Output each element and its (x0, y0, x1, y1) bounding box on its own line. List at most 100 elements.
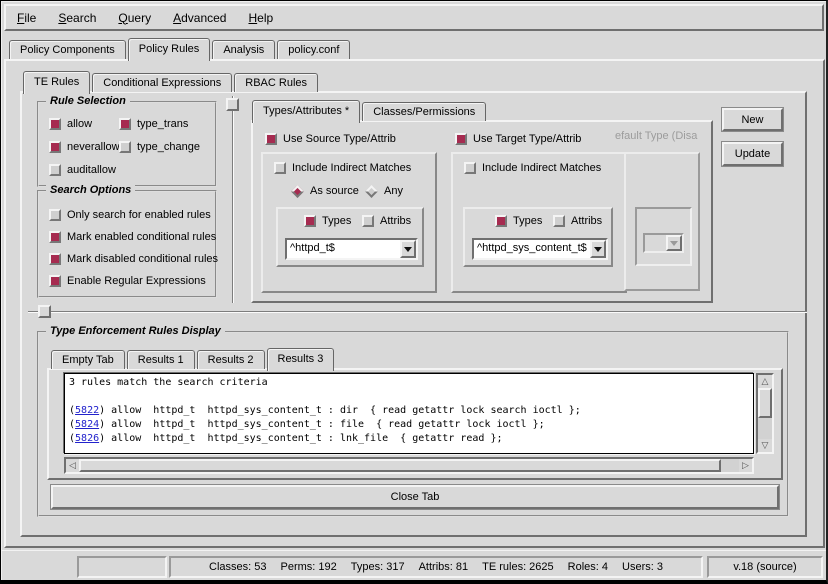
checkbox-target-indirect[interactable]: Include Indirect Matches (464, 162, 601, 174)
scroll-down-icon[interactable] (758, 439, 772, 452)
tab-te-rules[interactable]: TE Rules (23, 71, 90, 94)
checkbox-label: neverallow (67, 141, 120, 153)
checkbox-source-types[interactable]: Types (304, 215, 351, 227)
checkbox-mark-disabled-conditional[interactable]: Mark disabled conditional rules (49, 253, 218, 265)
checkbox-type-trans[interactable]: type_trans (119, 118, 188, 130)
tab-policy-rules[interactable]: Policy Rules (128, 38, 211, 61)
source-type-combo-value[interactable]: ^httpd_t$ (287, 240, 400, 258)
checkbox-target-attribs[interactable]: Attribs (553, 215, 602, 227)
new-button[interactable]: New (722, 108, 783, 131)
checkbox-use-target-type[interactable]: Use Target Type/Attrib (455, 133, 581, 145)
rule-selection-title: Rule Selection (46, 95, 130, 107)
checkbox-indicator (49, 253, 61, 265)
tab-policy-conf[interactable]: policy.conf (277, 40, 350, 59)
radio-indicator (365, 185, 378, 198)
checkbox-allow[interactable]: allow (49, 118, 92, 130)
checkbox-use-source-type[interactable]: Use Source Type/Attrib (265, 133, 396, 145)
stat-types: Types: 317 (351, 561, 405, 573)
status-stats-panel: Classes: 53 Perms: 192 Types: 317 Attrib… (169, 556, 703, 578)
tab-rbac-rules[interactable]: RBAC Rules (234, 73, 318, 92)
tab-results-3[interactable]: Results 3 (267, 348, 335, 371)
checkbox-label: Attribs (380, 215, 411, 227)
scrollbar-thumb[interactable] (758, 388, 772, 418)
scrollbar-thumb[interactable] (79, 459, 721, 472)
checkbox-source-attribs[interactable]: Attribs (362, 215, 411, 227)
checkbox-only-enabled-rules[interactable]: Only search for enabled rules (49, 209, 211, 221)
types-attributes-panel: Use Source Type/Attrib Include Indirect … (251, 120, 713, 303)
horizontal-sash[interactable] (28, 311, 807, 313)
menu-file[interactable]: File (6, 6, 47, 29)
scrollbar-trough (758, 418, 772, 439)
checkbox-indicator (455, 133, 467, 145)
radio-as-source[interactable]: As source (291, 185, 359, 197)
checkbox-label: Include Indirect Matches (482, 162, 601, 174)
results-horizontal-scrollbar[interactable] (64, 457, 754, 474)
status-bar: Classes: 53 Perms: 192 Types: 317 Attrib… (1, 550, 828, 581)
source-type-combo[interactable]: ^httpd_t$ (285, 238, 418, 260)
checkbox-neverallow[interactable]: neverallow (49, 141, 120, 153)
radio-any[interactable]: Any (365, 185, 403, 197)
scroll-up-icon[interactable] (758, 375, 772, 388)
policy-version: v.18 (source) (733, 561, 796, 573)
chevron-down-icon[interactable] (590, 240, 606, 258)
stat-perms: Perms: 192 (281, 561, 337, 573)
rule-link[interactable]: 5824 (75, 419, 99, 430)
target-type-combo[interactable]: ^httpd_sys_content_t$ (472, 238, 608, 260)
menu-query[interactable]: Query (107, 6, 162, 29)
checkbox-indicator (49, 209, 61, 221)
apol-window: File Search Query Advanced Help Policy C… (0, 0, 828, 584)
checkbox-enable-regex[interactable]: Enable Regular Expressions (49, 275, 206, 287)
tab-types-attributes[interactable]: Types/Attributes * (252, 100, 360, 123)
rule-link[interactable]: 5826 (75, 433, 99, 444)
menu-help[interactable]: Help (237, 6, 284, 29)
checkbox-indicator (49, 118, 61, 130)
tab-classes-permissions[interactable]: Classes/Permissions (362, 102, 486, 121)
checkbox-indicator (49, 164, 61, 176)
stat-te-rules: TE rules: 2625 (482, 561, 554, 573)
default-type-frame (624, 152, 700, 291)
search-options-title: Search Options (46, 184, 135, 196)
rule-link[interactable]: 5822 (75, 405, 99, 416)
tab-analysis[interactable]: Analysis (212, 40, 275, 59)
stat-classes: Classes: 53 (209, 561, 266, 573)
scroll-left-icon[interactable] (66, 459, 79, 472)
close-tab-button[interactable]: Close Tab (51, 485, 779, 509)
tab-empty-tab[interactable]: Empty Tab (51, 350, 125, 369)
chevron-down-icon[interactable] (400, 240, 416, 258)
menu-advanced[interactable]: Advanced (162, 6, 237, 29)
results-text-area[interactable]: 3 rules match the search criteria (5822)… (64, 373, 754, 454)
rule-selection-group: Rule Selection allow neverallow auditall… (37, 101, 217, 187)
tab-results-2[interactable]: Results 2 (197, 350, 265, 369)
stat-attribs: Attribs: 81 (419, 561, 469, 573)
checkbox-indicator (362, 215, 374, 227)
radio-indicator (291, 185, 304, 198)
checkbox-type-change[interactable]: type_change (119, 141, 200, 153)
checkbox-auditallow[interactable]: auditallow (49, 164, 116, 176)
vertical-sash-handle[interactable] (226, 98, 239, 111)
checkbox-label: auditallow (67, 164, 116, 176)
radio-label: Any (384, 185, 403, 197)
checkbox-target-types[interactable]: Types (495, 215, 542, 227)
checkbox-indicator (49, 141, 61, 153)
menu-bar: File Search Query Advanced Help (4, 4, 824, 31)
chevron-down-icon (666, 235, 682, 251)
tab-policy-components[interactable]: Policy Components (9, 40, 126, 59)
checkbox-indicator (274, 162, 286, 174)
menu-search[interactable]: Search (47, 6, 107, 29)
vertical-sash[interactable] (232, 96, 234, 303)
te-rules-display-group: Type Enforcement Rules Display 3 rules m… (37, 331, 789, 517)
checkbox-mark-enabled-conditional[interactable]: Mark enabled conditional rules (49, 231, 216, 243)
checkbox-label: Include Indirect Matches (292, 162, 411, 174)
results-vertical-scrollbar[interactable] (756, 373, 774, 454)
target-type-combo-value[interactable]: ^httpd_sys_content_t$ (474, 240, 590, 258)
checkbox-source-indirect[interactable]: Include Indirect Matches (274, 162, 411, 174)
checkbox-label: Use Target Type/Attrib (473, 133, 581, 145)
checkbox-label: Use Source Type/Attrib (283, 133, 396, 145)
checkbox-indicator (304, 215, 316, 227)
tab-conditional-expressions[interactable]: Conditional Expressions (92, 73, 232, 92)
horizontal-sash-handle[interactable] (38, 305, 51, 318)
default-type-combo-value (645, 235, 666, 251)
scroll-right-icon[interactable] (739, 459, 752, 472)
update-button[interactable]: Update (722, 142, 783, 166)
tab-results-1[interactable]: Results 1 (127, 350, 195, 369)
